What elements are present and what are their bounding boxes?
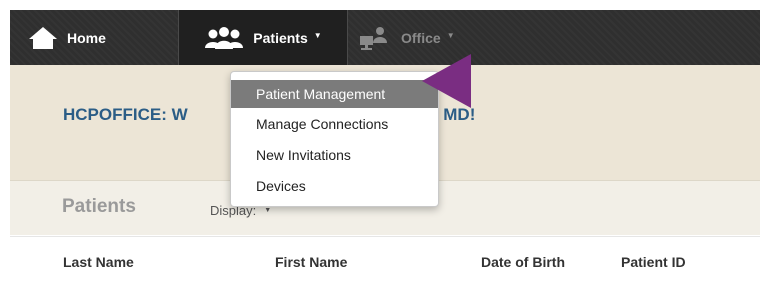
home-icon [28,26,58,50]
section-title: Patients [62,196,136,217]
chevron-down-icon: ▼ [313,31,322,40]
column-header-date-of-birth[interactable]: Date of Birth [481,254,565,270]
column-header-first-name[interactable]: First Name [275,254,347,270]
nav-office-label: Office [401,29,441,46]
menu-item-manage-connections[interactable]: Manage Connections [231,110,438,138]
nav-home[interactable]: Home [28,10,106,65]
patients-group-icon [204,26,244,50]
top-navbar: Home Patients ▼ Office ▼ [10,10,760,65]
patients-dropdown-menu: Patient Management Manage Connections Ne… [230,71,439,207]
patients-table-header: Last Name First Name Date of Birth Patie… [10,236,760,281]
menu-item-devices[interactable]: Devices [231,172,438,200]
office-icon [358,26,392,50]
nav-home-label: Home [67,29,106,46]
column-header-patient-id[interactable]: Patient ID [621,254,686,270]
chevron-down-icon: ▼ [446,31,455,40]
nav-patients[interactable]: Patients ▼ [178,10,348,65]
pointer-arrow-icon [422,54,471,108]
menu-item-patient-management[interactable]: Patient Management [231,80,438,108]
welcome-heading-start: HCPOFFICE: W [63,105,188,124]
column-header-last-name[interactable]: Last Name [63,254,134,270]
chevron-down-icon: ▼ [264,207,272,214]
menu-item-new-invitations[interactable]: New Invitations [231,141,438,169]
nav-patients-label: Patients [253,29,308,46]
